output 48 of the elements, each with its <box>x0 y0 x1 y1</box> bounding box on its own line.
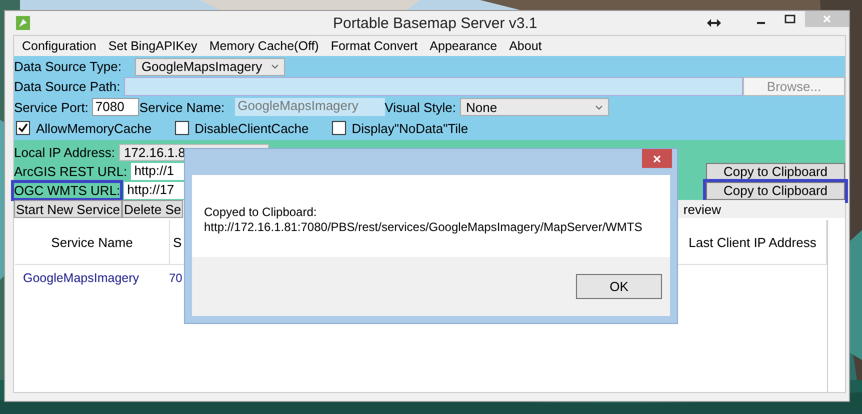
copy-button[interactable]: Copy to Clipboard <box>706 162 845 180</box>
source-type-dropdown[interactable]: GoogleMapsImagery <box>135 58 286 76</box>
field-label: OGC WMTS URL: <box>14 183 120 198</box>
close-icon <box>651 152 663 164</box>
table-cell: 70 <box>169 271 182 285</box>
toolbar-button[interactable]: Start New Service <box>14 200 122 218</box>
url-field[interactable]: http://17 <box>124 182 185 199</box>
chevron-icon <box>594 104 603 110</box>
window-title: Portable Basemap Server v3.1 <box>333 14 538 32</box>
checkbox-label: DisableClientCache <box>194 120 309 136</box>
column-header[interactable]: Service Name <box>15 220 170 264</box>
url-field[interactable]: http://1 <box>131 163 185 180</box>
ok-button[interactable]: OK <box>576 274 662 299</box>
maximize-icon <box>784 13 796 25</box>
message-text: http://172.16.1.81:7080/PBS/rest/services/GoogleMapsImagery/MapServer/WMTS <box>204 220 644 235</box>
visual-style-dropdown[interactable]: None <box>460 98 609 116</box>
column-header[interactable]: S <box>170 220 185 264</box>
field-label: Data Source Type: <box>14 59 122 74</box>
toolbar-button[interactable]: Delete Se <box>122 200 184 218</box>
message-text: Copyed to Clipboard: <box>204 205 318 220</box>
checkbox-label: Display"NoData"Tile <box>352 120 468 136</box>
menu-item[interactable]: Configuration <box>16 39 102 53</box>
toolbar-button[interactable]: review <box>683 200 721 218</box>
field-label: Local IP Address: <box>14 145 115 160</box>
checkbox[interactable] <box>332 121 346 135</box>
chevron-icon <box>271 64 280 69</box>
close-icon <box>821 13 833 25</box>
minimize-icon <box>756 22 764 24</box>
app-icon <box>15 15 31 31</box>
menu-item[interactable]: Appearance <box>424 39 504 53</box>
checkbox-label: AllowMemoryCache <box>36 120 152 136</box>
field-label: Visual Style: <box>384 100 456 114</box>
field-label: ArcGIS REST URL: <box>14 164 128 179</box>
column-header[interactable]: Last Client IP Address <box>679 220 827 264</box>
field-label: Service Name: <box>139 100 225 114</box>
checkbox[interactable] <box>16 121 30 135</box>
path-field[interactable] <box>124 77 743 96</box>
close-button[interactable] <box>642 149 672 168</box>
field-label: Service Port: <box>14 100 88 114</box>
port-field[interactable]: 7080 <box>92 98 140 116</box>
menu-item[interactable]: Format Convert <box>324 39 424 53</box>
resize-icon[interactable] <box>707 19 721 27</box>
menu-item[interactable]: Memory Cache(Off) <box>203 39 325 53</box>
checkbox[interactable] <box>174 121 189 135</box>
table-cell-text: GoogleMapsImagery <box>22 271 140 285</box>
menu-item[interactable]: Set BingAPIKey <box>102 39 204 53</box>
menu-item[interactable]: About <box>503 39 548 53</box>
field-label: Data Source Path: <box>14 79 120 94</box>
